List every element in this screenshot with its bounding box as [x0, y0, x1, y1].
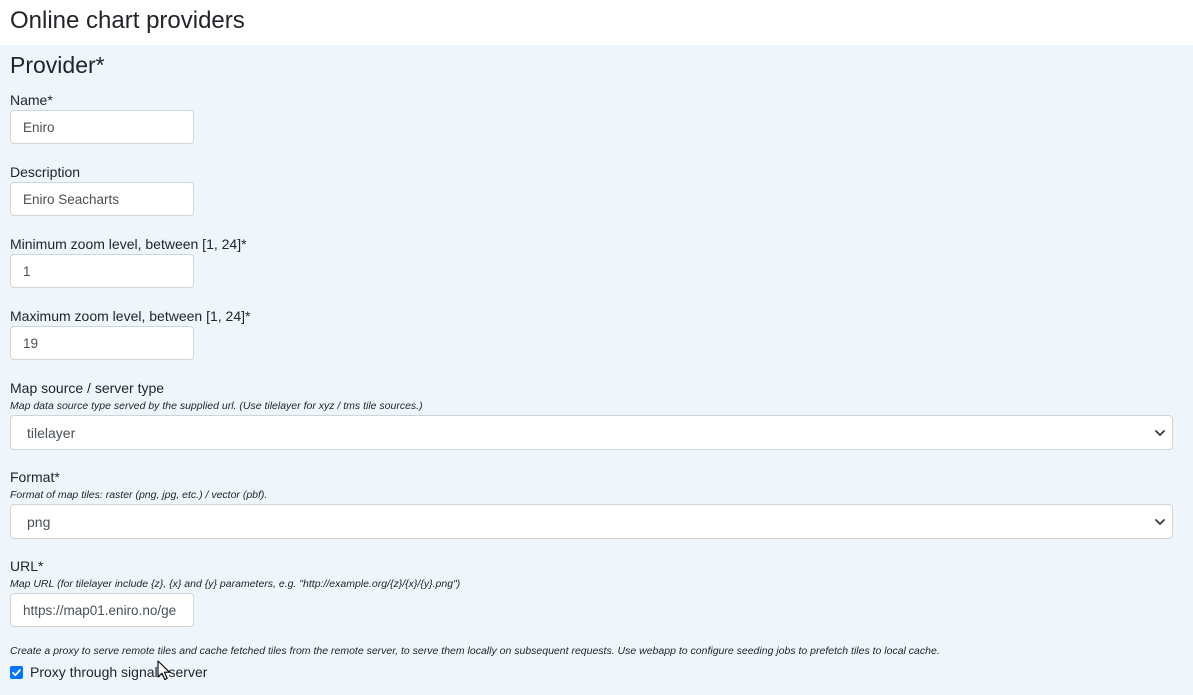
url-help: Map URL (for tilelayer include {z}, {x} … [10, 578, 461, 590]
name-label: Name* [10, 92, 53, 108]
url-label: URL* [10, 558, 44, 574]
min-zoom-label: Minimum zoom level, between [1, 24]* [10, 236, 247, 252]
format-help: Format of map tiles: raster (png, jpg, e… [10, 489, 268, 501]
map-source-label: Map source / server type [10, 380, 165, 396]
chevron-down-icon [1155, 519, 1165, 525]
provider-form: Provider* Name* Description Minimum zoom… [0, 45, 1193, 695]
max-zoom-input[interactable] [10, 326, 194, 360]
proxy-checkbox[interactable] [10, 665, 23, 679]
format-value: png [27, 513, 51, 530]
page-title: Online chart providers [10, 7, 245, 34]
min-zoom-input[interactable] [10, 254, 194, 288]
format-label: Format* [10, 469, 60, 485]
section-title: Provider* [10, 52, 105, 78]
description-input[interactable] [10, 182, 194, 216]
map-source-select[interactable]: tilelayer [10, 415, 1173, 450]
description-label: Description [10, 164, 81, 180]
proxy-checkbox-label: Proxy through signalk server [30, 664, 208, 680]
proxy-note: Create a proxy to serve remote tiles and… [10, 645, 940, 657]
format-select[interactable]: png [10, 504, 1173, 539]
check-icon [12, 668, 21, 676]
url-input[interactable] [10, 593, 194, 627]
max-zoom-label: Maximum zoom level, between [1, 24]* [10, 308, 251, 324]
map-source-help: Map data source type served by the suppl… [10, 400, 423, 412]
mouse-pointer-icon [157, 660, 171, 681]
proxy-checkbox-row[interactable]: Proxy through signalk server [10, 664, 207, 680]
name-input[interactable] [10, 110, 194, 144]
chevron-down-icon [1155, 430, 1165, 436]
map-source-value: tilelayer [27, 424, 76, 441]
